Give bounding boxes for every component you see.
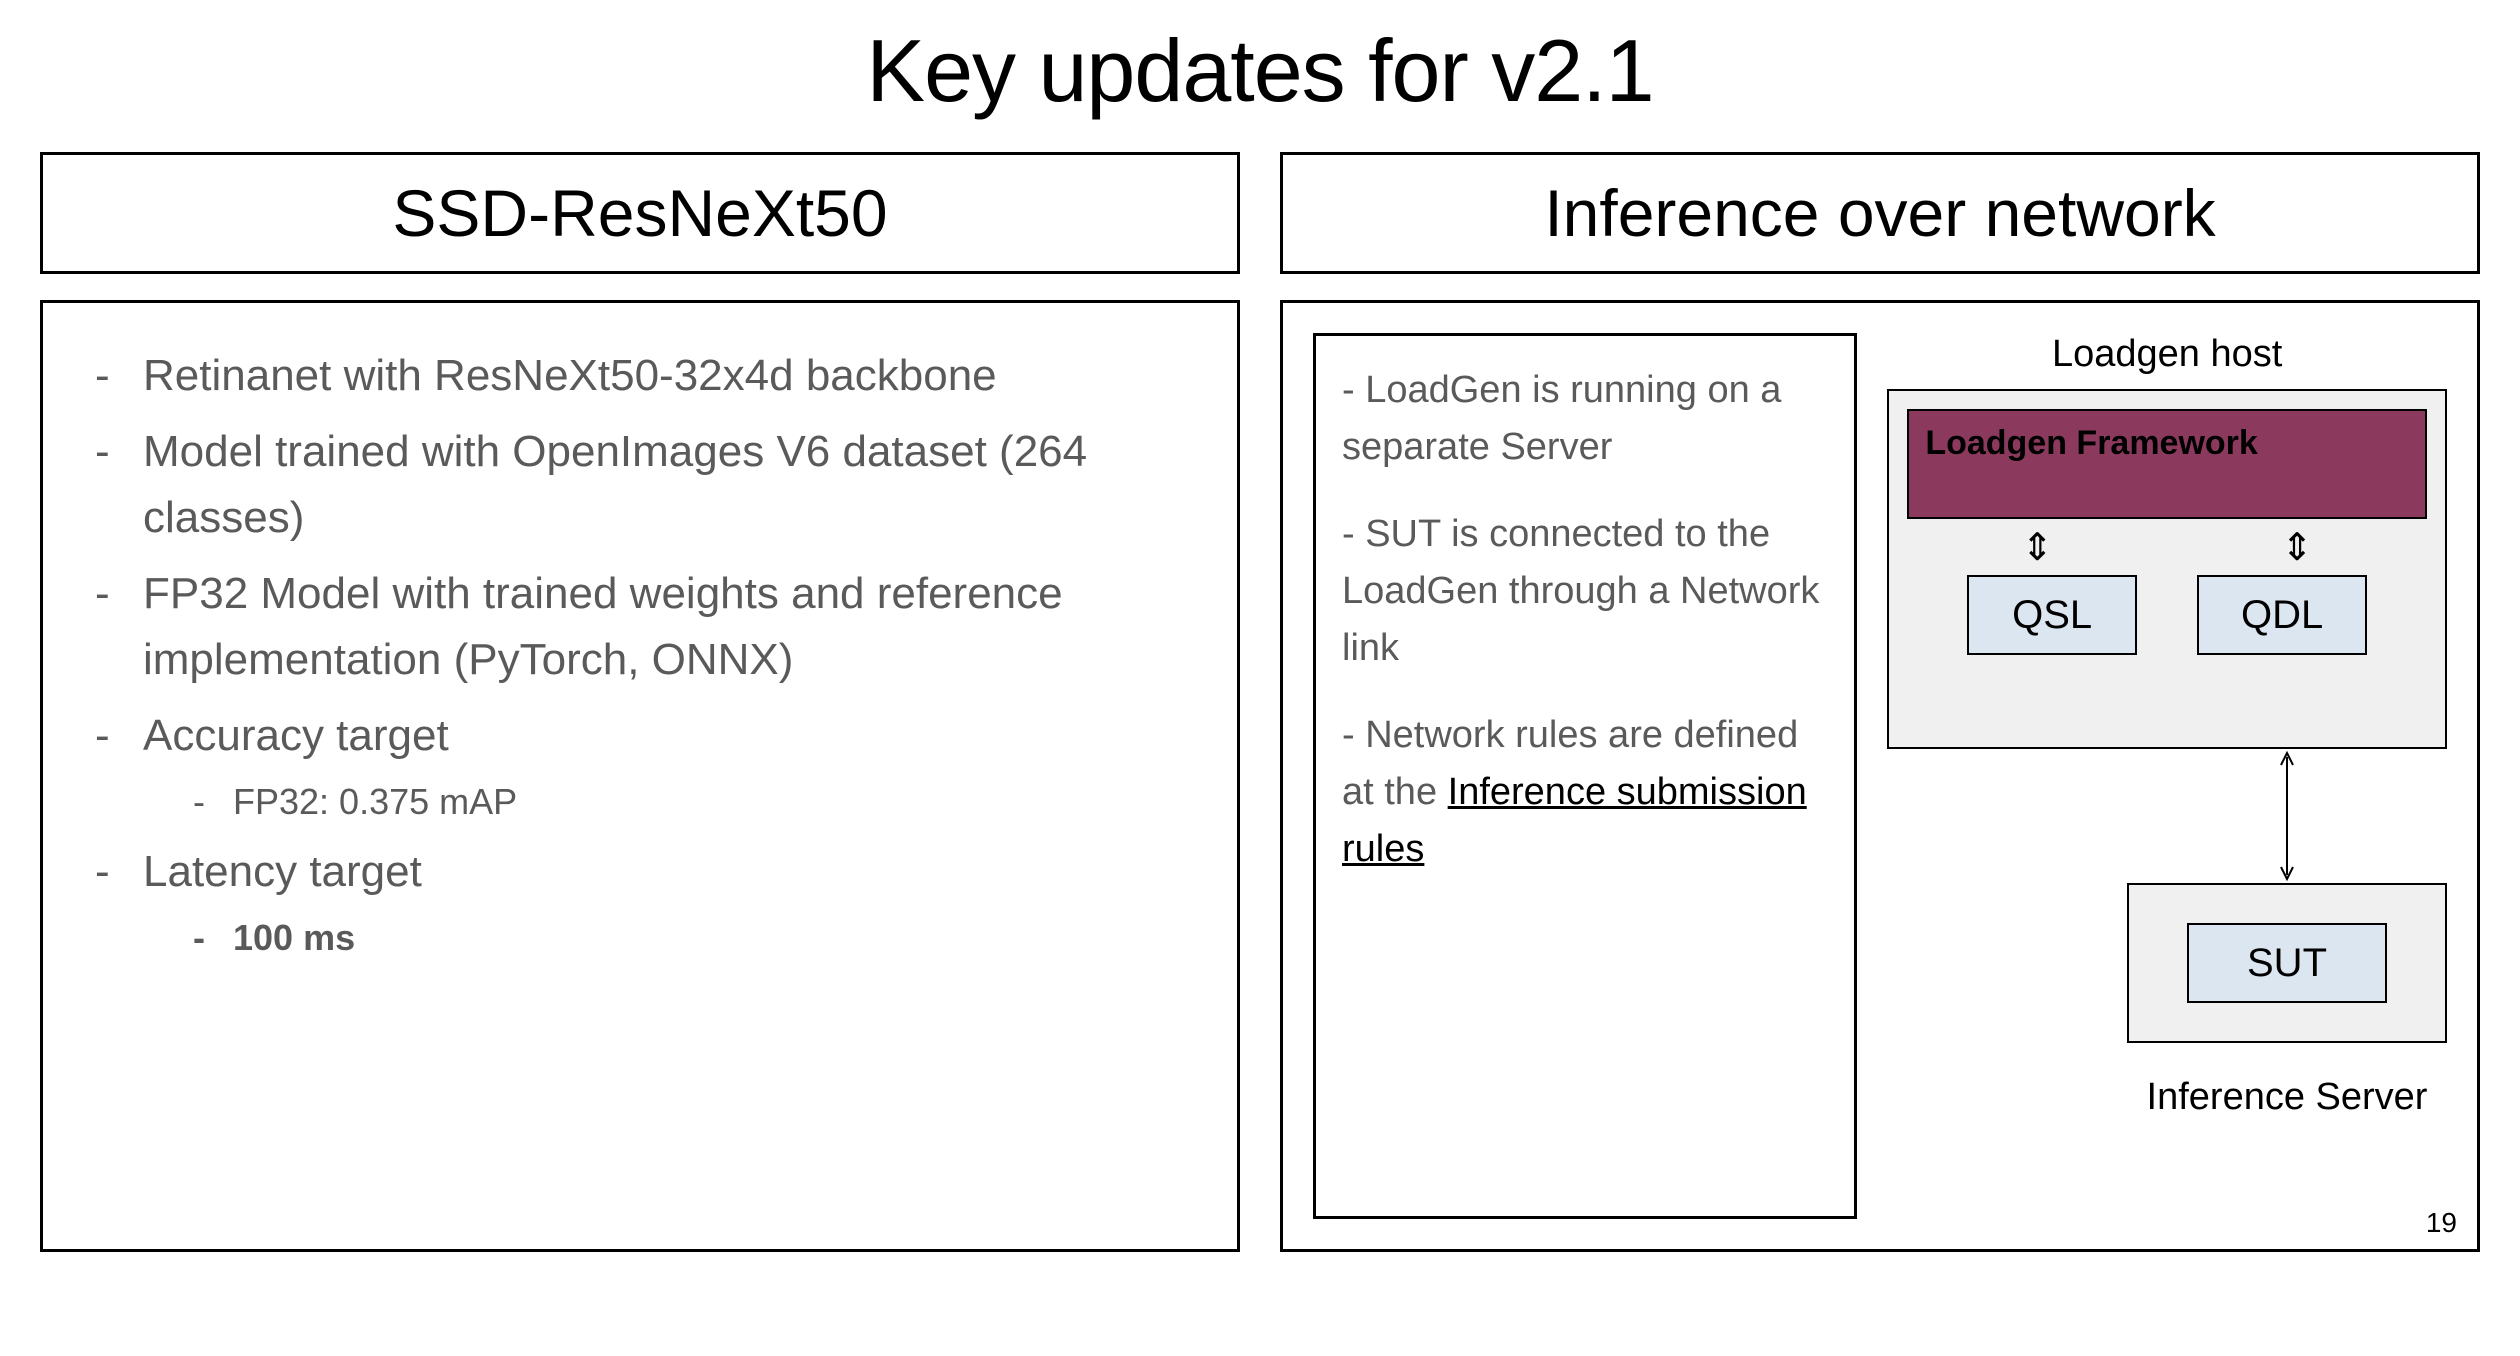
left-section-body: Retinanet with ResNeXt50-32x4d backbone … — [40, 300, 1240, 1252]
double-arrow-icon: ⇕ — [2021, 525, 2053, 570]
sub-list-item: FP32: 0.375 mAP — [143, 775, 1197, 829]
paragraph: - LoadGen is running on a separate Serve… — [1342, 362, 1828, 476]
sub-list-item: 100 ms — [143, 911, 1197, 965]
qboxes-row: QSL QDL — [1907, 575, 2427, 655]
double-arrow-icon: ⇕ — [2281, 525, 2313, 570]
list-item: Accuracy target FP32: 0.375 mAP — [83, 703, 1197, 829]
qdl-box: QDL — [2197, 575, 2367, 655]
list-item: FP32 Model with trained weights and refe… — [83, 561, 1197, 693]
list-item: Model trained with OpenImages V6 dataset… — [83, 419, 1197, 551]
loadgen-framework-box: Loadgen Framework — [1907, 409, 2427, 519]
loadgen-host-box: Loadgen Framework ⇕ ⇕ QSL QDL — [1887, 389, 2447, 749]
paragraph: - Network rules are defined at the Infer… — [1342, 707, 1828, 878]
inference-server-box: SUT — [2127, 883, 2447, 1043]
left-section-header: SSD-ResNeXt50 — [40, 152, 1240, 274]
slide-title: Key updates for v2.1 — [40, 20, 2480, 122]
list-item-label: Latency target — [143, 847, 422, 896]
list-item-label: Accuracy target — [143, 711, 449, 760]
loadgen-host-label: Loadgen host — [1887, 333, 2447, 376]
qsl-box: QSL — [1967, 575, 2137, 655]
page-number: 19 — [2426, 1207, 2457, 1239]
sub-list: FP32: 0.375 mAP — [143, 775, 1197, 829]
sut-box: SUT — [2187, 923, 2387, 1003]
inner-text-box: - LoadGen is running on a separate Serve… — [1313, 333, 1857, 1219]
right-column: Inference over network - LoadGen is runn… — [1280, 152, 2480, 1252]
arrows-row: ⇕ ⇕ — [1907, 519, 2427, 575]
right-section-body: - LoadGen is running on a separate Serve… — [1280, 300, 2480, 1252]
sub-list: 100 ms — [143, 911, 1197, 965]
left-column: SSD-ResNeXt50 Retinanet with ResNeXt50-3… — [40, 152, 1240, 1252]
paragraph: - SUT is connected to the LoadGen throug… — [1342, 506, 1828, 677]
connector-arrow — [2277, 749, 2297, 883]
architecture-diagram: Loadgen host Loadgen Framework ⇕ ⇕ QSL Q… — [1887, 333, 2447, 1219]
list-item: Latency target 100 ms — [83, 839, 1197, 965]
inference-server-label: Inference Server — [2127, 1073, 2447, 1122]
right-section-header: Inference over network — [1280, 152, 2480, 274]
columns-container: SSD-ResNeXt50 Retinanet with ResNeXt50-3… — [40, 152, 2480, 1252]
left-bullet-list: Retinanet with ResNeXt50-32x4d backbone … — [83, 343, 1197, 965]
list-item: Retinanet with ResNeXt50-32x4d backbone — [83, 343, 1197, 409]
